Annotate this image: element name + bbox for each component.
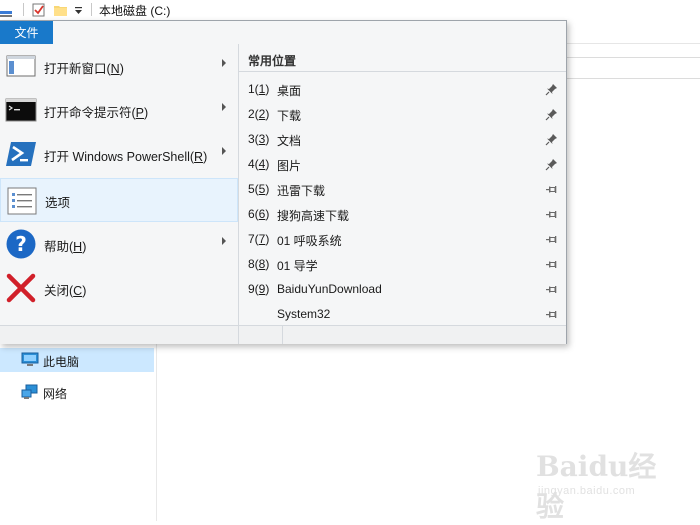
title-bar: 本地磁盘 (C:): [0, 0, 700, 20]
help-item[interactable]: ? 帮助(H): [0, 222, 238, 266]
customize-toolbar-dropdown-icon[interactable]: [73, 2, 85, 18]
open-new-window-item[interactable]: 打开新窗口(N): [0, 44, 238, 88]
network-icon: [21, 384, 38, 399]
svg-text:?: ?: [15, 232, 27, 256]
submenu-arrow-icon: [222, 103, 226, 111]
pin-icon[interactable]: [545, 308, 558, 321]
submenu-arrow-icon: [222, 59, 226, 67]
quick-access-separator: [23, 3, 24, 16]
pin-icon[interactable]: [545, 258, 558, 271]
frequent-places-panel: 常用位置 1(1) 桌面 2(2) 下载 3(3) 文档 4(4) 图片 5(5…: [239, 44, 566, 326]
open-command-prompt-item[interactable]: 打开命令提示符(P): [0, 88, 238, 132]
submenu-arrow-icon: [222, 237, 226, 245]
pinned-icon[interactable]: [545, 83, 558, 96]
frequent-place-item[interactable]: 8(8) 01 导学: [239, 252, 566, 277]
frequent-place-item[interactable]: 7(7) 01 呼吸系统: [239, 227, 566, 252]
address-bar[interactable]: [566, 57, 700, 79]
new-folder-icon[interactable]: [54, 2, 68, 18]
frequent-place-item[interactable]: 3(3) 文档: [239, 127, 566, 152]
footer-divider: [238, 326, 239, 344]
submenu-arrow-icon: [222, 147, 226, 155]
file-menu: 文件 打开新窗口(N) 打开命令提示符(P) 打开 Windows PowerS…: [0, 20, 567, 344]
file-menu-commands: 打开新窗口(N) 打开命令提示符(P) 打开 Windows PowerShel…: [0, 44, 238, 324]
title-separator: [91, 3, 92, 16]
pin-icon[interactable]: [545, 183, 558, 196]
footer-divider: [282, 326, 283, 344]
frequent-places-title: 常用位置: [248, 54, 297, 68]
close-icon: [6, 273, 36, 303]
frequent-place-item[interactable]: System32: [239, 302, 566, 327]
baidu-jingyan-watermark: Baidu经验 jingyan.baidu.com: [536, 445, 666, 523]
frequent-place-item[interactable]: 1(1) 桌面: [239, 77, 566, 102]
frequent-place-item[interactable]: 9(9) BaiduYunDownload: [239, 277, 566, 302]
window-title: 本地磁盘 (C:): [99, 4, 171, 18]
frequent-places-divider: [239, 71, 566, 72]
pin-icon[interactable]: [545, 208, 558, 221]
options-item[interactable]: 选项: [0, 178, 238, 222]
powershell-icon: [6, 142, 36, 166]
pinned-icon[interactable]: [545, 158, 558, 171]
pin-icon[interactable]: [545, 233, 558, 246]
options-icon: [7, 187, 37, 215]
command-prompt-icon: [5, 98, 37, 122]
help-icon: ?: [6, 229, 36, 259]
pin-icon[interactable]: [545, 283, 558, 296]
frequent-place-item[interactable]: 5(5) 迅雷下载: [239, 177, 566, 202]
watermark-url: jingyan.baidu.com: [538, 485, 636, 497]
open-powershell-item[interactable]: 打开 Windows PowerShell(R): [0, 132, 238, 176]
checkbox-icon[interactable]: [32, 2, 46, 18]
nav-label: 网络: [43, 387, 68, 401]
pinned-icon[interactable]: [545, 108, 558, 121]
nav-item-this-pc[interactable]: 此电脑: [0, 348, 154, 372]
frequent-place-item[interactable]: 4(4) 图片: [239, 152, 566, 177]
frequent-place-item[interactable]: 2(2) 下载: [239, 102, 566, 127]
nav-item-network[interactable]: 网络: [0, 380, 154, 404]
frequent-place-item[interactable]: 6(6) 搜狗高速下载: [239, 202, 566, 227]
pinned-icon[interactable]: [545, 133, 558, 146]
new-window-icon: [6, 55, 36, 77]
this-pc-icon: [21, 352, 39, 366]
navigation-pane-divider: [156, 322, 157, 521]
properties-icon[interactable]: [0, 2, 14, 18]
close-item[interactable]: 关闭(C): [0, 266, 238, 310]
file-tab[interactable]: 文件: [0, 21, 53, 44]
file-menu-footer: [0, 325, 566, 344]
nav-label: 此电脑: [43, 355, 80, 369]
